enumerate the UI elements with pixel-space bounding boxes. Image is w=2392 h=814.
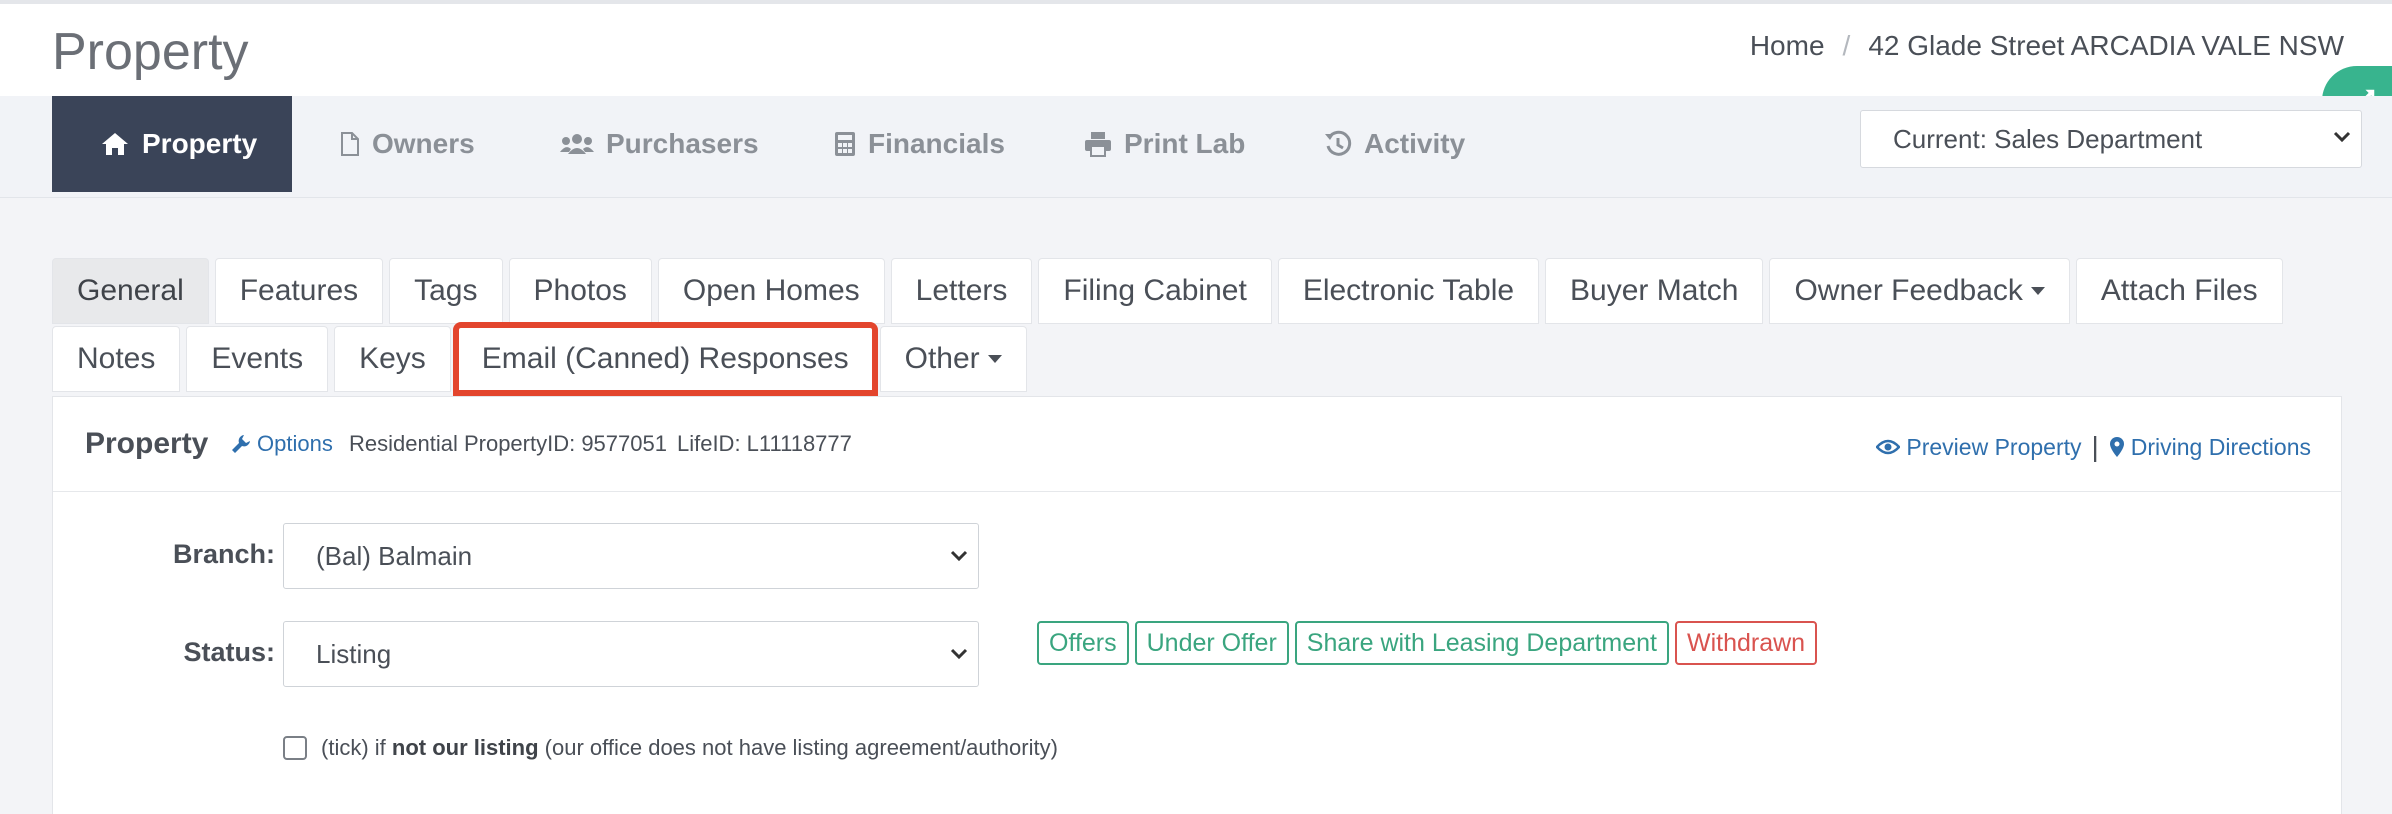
users-icon [560, 134, 594, 154]
tab-open-homes[interactable]: Open Homes [657, 258, 885, 324]
tab-email-canned-responses[interactable]: Email (Canned) Responses [452, 322, 878, 396]
options-link[interactable]: Options [231, 431, 333, 457]
nav-item-label: Purchasers [606, 128, 759, 159]
tab-letters[interactable]: Letters [890, 258, 1033, 324]
breadcrumb-separator: / [1842, 30, 1851, 61]
status-tag-offers[interactable]: Offers [1037, 621, 1129, 665]
tab-events[interactable]: Events [186, 326, 329, 392]
panel-header-links: Preview Property | Driving Directions [1876, 431, 2311, 463]
nav-item-owners[interactable]: Owners [340, 96, 475, 192]
not-our-listing-checkbox[interactable] [283, 736, 307, 760]
checkbox-text-post: (our office does not have listing agreem… [544, 735, 1058, 760]
department-select[interactable]: Current: Sales Department [1860, 110, 2362, 168]
tab-tags[interactable]: Tags [389, 258, 503, 324]
page-header: Property Home / 42 Glade Street ARCADIA … [0, 4, 2392, 96]
nav-item-label: Property [142, 128, 258, 159]
branch-select[interactable]: (Bal) Balmain [283, 523, 979, 589]
status-tags: Offers Under Offer Share with Leasing De… [1037, 621, 1818, 665]
panel-title: Property [85, 427, 209, 460]
driving-directions-link[interactable]: Driving Directions [2109, 434, 2311, 461]
tab-owner-feedback[interactable]: Owner Feedback [1769, 258, 2070, 324]
eye-icon [1876, 439, 1901, 455]
map-marker-icon [2109, 437, 2124, 457]
breadcrumb: Home / 42 Glade Street ARCADIA VALE NSW [1750, 30, 2344, 62]
caret-down-icon [2030, 287, 2045, 295]
driving-directions-label: Driving Directions [2130, 433, 2311, 460]
tab-notes[interactable]: Notes [52, 326, 181, 392]
tab-owner-feedback-label: Owner Feedback [1794, 274, 2023, 307]
branch-label: Branch: [172, 539, 275, 569]
tab-general[interactable]: General [52, 258, 209, 324]
chevron-down-icon [2333, 131, 2351, 143]
nav-item-label: Print Lab [1124, 128, 1246, 159]
nav-item-activity[interactable]: Activity [1324, 96, 1465, 192]
tab-electronic-table[interactable]: Electronic Table [1277, 258, 1540, 324]
caret-down-icon [987, 355, 1002, 363]
property-panel: Property Options Residential PropertyID:… [52, 396, 2342, 814]
property-navbar: Property Owners Purchasers Financials Pr… [0, 96, 2392, 198]
home-icon [102, 133, 128, 155]
life-id: LifeID: L11118777 [676, 431, 852, 456]
wrench-icon [232, 435, 250, 453]
chevron-down-icon [950, 550, 968, 562]
status-label: Status: [183, 637, 275, 667]
panel-header: Property Options Residential PropertyID:… [53, 397, 2341, 492]
nav-item-label: Activity [1364, 128, 1466, 159]
options-label: Options [257, 431, 333, 456]
not-our-listing-label: (tick) if not our listing (our office do… [321, 735, 1058, 761]
tab-other[interactable]: Other [879, 326, 1027, 392]
calculator-icon [835, 132, 855, 156]
tabs-row-1: General Features Tags Photos Open Homes … [52, 258, 2283, 324]
status-select-value: Listing [316, 638, 392, 669]
status-tag-withdrawn[interactable]: Withdrawn [1674, 621, 1818, 665]
department-select-value: Current: Sales Department [1893, 123, 2203, 154]
nav-item-purchasers[interactable]: Purchasers [560, 96, 759, 192]
residential-property-id: Residential PropertyID: 9577051 [349, 431, 667, 456]
breadcrumb-current: 42 Glade Street ARCADIA VALE NSW [1868, 30, 2344, 61]
chevron-down-icon [950, 648, 968, 660]
tab-features[interactable]: Features [214, 258, 384, 324]
tabs-row-2: Notes Events Keys Email (Canned) Respons… [52, 322, 1027, 396]
checkbox-text-pre: (tick) if [321, 735, 386, 760]
nav-item-property[interactable]: Property [52, 96, 292, 192]
tab-other-label: Other [904, 342, 980, 375]
branch-select-value: (Bal) Balmain [316, 540, 473, 571]
tab-attach-files[interactable]: Attach Files [2075, 258, 2283, 324]
breadcrumb-home[interactable]: Home [1750, 30, 1825, 62]
status-tag-share-leasing[interactable]: Share with Leasing Department [1294, 621, 1669, 665]
tab-filing-cabinet[interactable]: Filing Cabinet [1038, 258, 1272, 324]
nav-item-print-lab[interactable]: Print Lab [1084, 96, 1245, 192]
nav-item-label: Financials [868, 128, 1005, 159]
link-divider: | [2091, 431, 2099, 462]
status-tag-under-offer[interactable]: Under Offer [1134, 621, 1289, 665]
history-icon [1325, 130, 1352, 156]
checkbox-text-bold: not our listing [391, 735, 539, 760]
nav-item-label: Owners [372, 128, 475, 159]
tab-buyer-match[interactable]: Buyer Match [1545, 258, 1764, 324]
tab-photos[interactable]: Photos [508, 258, 652, 324]
property-ids: Residential PropertyID: 9577051 LifeID: … [349, 431, 852, 457]
file-icon [341, 132, 359, 156]
tab-keys[interactable]: Keys [334, 326, 451, 392]
preview-property-link[interactable]: Preview Property [1876, 433, 2082, 461]
status-select[interactable]: Listing [283, 621, 979, 687]
nav-item-financials[interactable]: Financials [834, 96, 1005, 192]
page-title: Property [52, 23, 249, 81]
print-icon [1085, 132, 1111, 157]
preview-property-label: Preview Property [1906, 433, 2082, 460]
not-our-listing-row: (tick) if not our listing (our office do… [283, 735, 1058, 761]
